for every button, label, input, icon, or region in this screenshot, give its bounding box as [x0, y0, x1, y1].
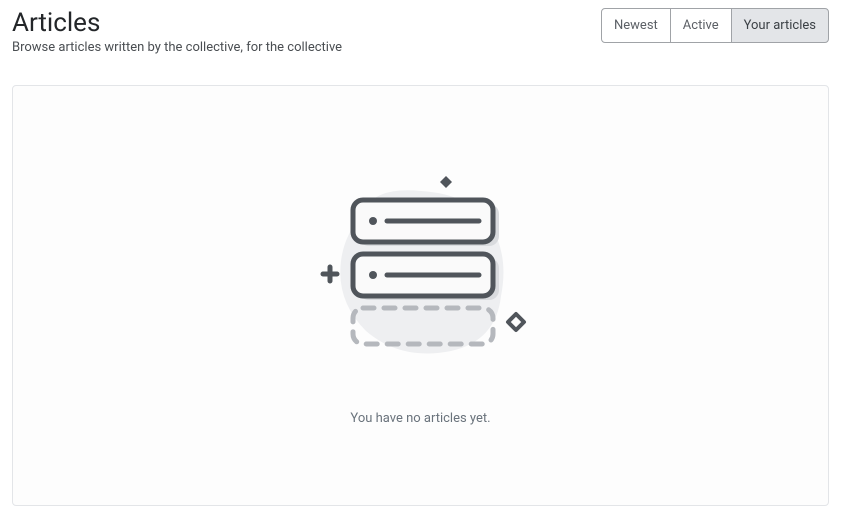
page-title: Articles [12, 8, 601, 38]
tab-your-articles[interactable]: Your articles [731, 8, 829, 43]
tab-active[interactable]: Active [670, 8, 732, 43]
header-left: Articles Browse articles written by the … [12, 8, 601, 55]
tab-newest[interactable]: Newest [601, 8, 671, 43]
empty-state-card: You have no articles yet. [12, 85, 829, 506]
empty-state-message: You have no articles yet. [350, 411, 490, 426]
page-header: Articles Browse articles written by the … [12, 8, 829, 55]
tabs-group: Newest Active Your articles [601, 8, 829, 43]
empty-list-icon [311, 166, 531, 386]
page-subtitle: Browse articles written by the collectiv… [12, 40, 601, 55]
